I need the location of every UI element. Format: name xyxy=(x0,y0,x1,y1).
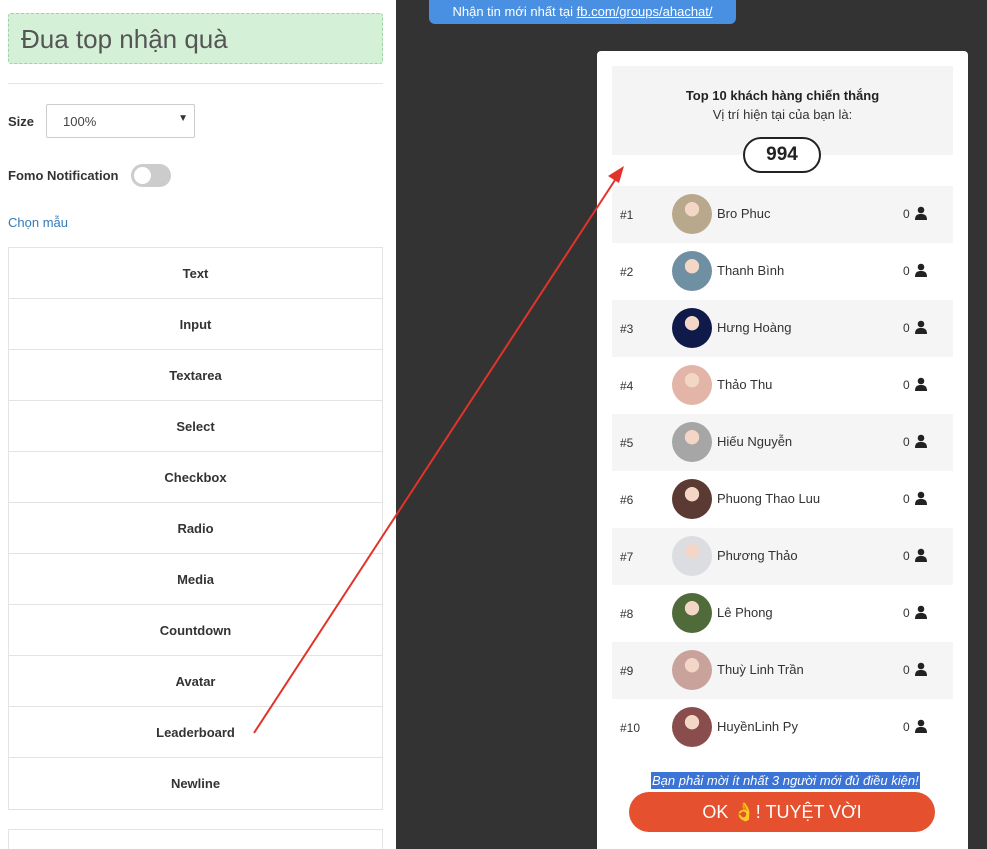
player-score: 0 xyxy=(903,321,910,335)
player-score: 0 xyxy=(903,663,910,677)
player-name: Thảo Thu xyxy=(717,377,773,392)
avatar xyxy=(672,194,712,234)
player-name: Thuỳ Linh Trần xyxy=(717,662,804,677)
player-score: 0 xyxy=(903,549,910,563)
current-rank-badge: 994 xyxy=(743,137,821,173)
chevron-down-icon: ▼ xyxy=(178,113,188,124)
user-icon xyxy=(915,605,927,619)
player-name: Thanh Bình xyxy=(717,263,785,278)
leaderboard-card: Top 10 khách hàng chiến thắng Vị trí hiệ… xyxy=(597,51,968,849)
player-score: 0 xyxy=(903,720,910,734)
avatar xyxy=(672,707,712,747)
block-text[interactable]: Text xyxy=(9,248,382,299)
user-icon xyxy=(915,434,927,448)
player-name: Lê Phong xyxy=(717,605,773,620)
avatar xyxy=(672,251,712,291)
leaderboard-row: #8 Lê Phong 0 xyxy=(612,585,953,642)
user-icon xyxy=(915,662,927,676)
player-score: 0 xyxy=(903,378,910,392)
rank-number: #7 xyxy=(620,550,634,564)
block-leaderboard[interactable]: Leaderboard xyxy=(9,707,382,758)
rank-number: #1 xyxy=(620,208,634,222)
leaderboard-rows: #1 Bro Phuc 0 #2 Thanh Bình 0 #3 Hưng Hoàng 0 #4 T… xyxy=(612,186,953,756)
block-avatar[interactable]: Avatar xyxy=(9,656,382,707)
user-icon xyxy=(915,377,927,391)
avatar xyxy=(672,650,712,690)
choose-template-link[interactable]: Chọn mẫu xyxy=(8,215,68,230)
leaderboard-row: #6 Phuong Thao Luu 0 xyxy=(612,471,953,528)
avatar xyxy=(672,536,712,576)
leaderboard-row: #1 Bro Phuc 0 xyxy=(612,186,953,243)
avatar xyxy=(672,479,712,519)
size-select-value: 100% xyxy=(63,114,97,129)
block-checkbox[interactable]: Checkbox xyxy=(9,452,382,503)
block-select[interactable]: Select xyxy=(9,401,382,452)
user-icon xyxy=(915,548,927,562)
block-textarea[interactable]: Textarea xyxy=(9,350,382,401)
block-input[interactable]: Input xyxy=(9,299,382,350)
player-name: Bro Phuc xyxy=(717,206,771,221)
leaderboard-row: #2 Thanh Bình 0 xyxy=(612,243,953,300)
user-icon xyxy=(915,491,927,505)
player-score: 0 xyxy=(903,264,910,278)
rank-number: #8 xyxy=(620,607,634,621)
leaderboard-row: #7 Phương Thảo 0 xyxy=(612,528,953,585)
player-score: 0 xyxy=(903,207,910,221)
avatar xyxy=(672,422,712,462)
player-score: 0 xyxy=(903,606,910,620)
leaderboard-row: #10 HuyềnLinh Py 0 xyxy=(612,699,953,756)
rank-number: #4 xyxy=(620,379,634,393)
title-input[interactable]: Đua top nhận quà xyxy=(8,13,383,64)
user-icon xyxy=(915,263,927,277)
rank-number: #5 xyxy=(620,436,634,450)
player-score: 0 xyxy=(903,492,910,506)
fomo-label: Fomo Notification xyxy=(8,168,119,183)
player-score: 0 xyxy=(903,435,910,449)
rank-number: #6 xyxy=(620,493,634,507)
player-name: Hưng Hoàng xyxy=(717,320,792,335)
avatar xyxy=(672,308,712,348)
leaderboard-row: #3 Hưng Hoàng 0 xyxy=(612,300,953,357)
size-label: Size xyxy=(8,114,35,129)
preview-area: Nhận tin mới nhất tại fb.com/groups/ahac… xyxy=(396,0,987,849)
rank-number: #2 xyxy=(620,265,634,279)
player-name: HuyềnLinh Py xyxy=(717,719,798,734)
banner-link[interactable]: fb.com/groups/ahachat/ xyxy=(577,4,713,19)
block-countdown[interactable]: Countdown xyxy=(9,605,382,656)
news-banner: Nhận tin mới nhất tại fb.com/groups/ahac… xyxy=(429,0,736,24)
banner-text: Nhận tin mới nhất tại xyxy=(452,4,577,19)
leaderboard-row: #5 Hiếu Nguyễn 0 xyxy=(612,414,953,471)
leaderboard-heading: Top 10 khách hàng chiến thắng xyxy=(685,88,880,103)
ok-button[interactable]: OK 👌! TUYỆT VỜI xyxy=(629,792,935,832)
avatar xyxy=(672,593,712,633)
size-select[interactable]: 100% ▼ xyxy=(46,104,195,138)
fomo-toggle[interactable] xyxy=(131,164,171,187)
rank-number: #10 xyxy=(620,721,641,735)
leaderboard-row: #4 Thảo Thu 0 xyxy=(612,357,953,414)
player-name: Hiếu Nguyễn xyxy=(717,434,793,449)
next-section xyxy=(8,829,383,849)
rank-number: #9 xyxy=(620,664,634,678)
rank-number: #3 xyxy=(620,322,634,336)
toggle-knob xyxy=(134,167,151,184)
editor-panel: Đua top nhận quà Size 100% ▼ Fomo Notifi… xyxy=(0,0,396,849)
leaderboard-subheading: Vị trí hiện tại của bạn là: xyxy=(712,107,853,122)
avatar xyxy=(672,365,712,405)
leaderboard-header: Top 10 khách hàng chiến thắng Vị trí hiệ… xyxy=(612,66,953,173)
block-media[interactable]: Media xyxy=(9,554,382,605)
user-icon xyxy=(915,206,927,220)
block-list: Text Input Textarea Select Checkbox Radi… xyxy=(8,247,383,810)
player-name: Phương Thảo xyxy=(717,548,798,563)
block-radio[interactable]: Radio xyxy=(9,503,382,554)
user-icon xyxy=(915,320,927,334)
user-icon xyxy=(915,719,927,733)
condition-note: Bạn phải mời ít nhất 3 người mới đủ điều… xyxy=(651,772,920,789)
divider xyxy=(8,83,383,84)
block-newline[interactable]: Newline xyxy=(9,758,382,809)
player-name: Phuong Thao Luu xyxy=(717,491,821,506)
leaderboard-row: #9 Thuỳ Linh Trần 0 xyxy=(612,642,953,699)
